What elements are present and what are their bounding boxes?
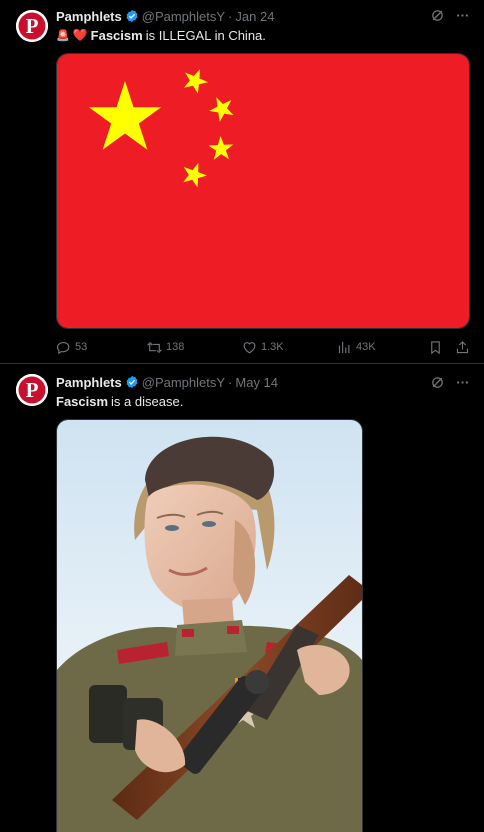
views-button[interactable]: 43K [337,340,428,355]
repost-button[interactable]: 138 [147,340,242,355]
tweet-text: 🚨 ❤️ Fascism is ILLEGAL in China. [56,26,266,44]
siren-emoji: 🚨 [56,29,70,42]
heart-icon [243,341,256,353]
tweet-text-bold: Fascism [56,393,109,409]
tweet-text-rest: is ILLEGAL in China. [145,27,266,43]
bookmark-icon[interactable] [428,340,443,355]
like-button[interactable]: 1.3K [242,340,337,355]
like-count: 1.3K [261,341,284,353]
verified-badge-icon [126,375,138,389]
avatar-letter: P [26,14,39,38]
reply-button[interactable]: 53 [56,340,147,355]
repost-count: 138 [166,341,185,353]
reply-count: 53 [75,341,88,353]
sniper-portrait-image [57,420,362,832]
author-handle[interactable]: @PamphletsY [142,375,225,390]
tweet[interactable]: P Pamphlets @PamphletsY · Jan 24 🚨 ❤️ Fa… [0,0,484,364]
tweet-actions: 53 138 1.3K 43K [56,338,470,356]
tweet-text-rest: is a disease. [111,393,184,409]
author-handle[interactable]: @PamphletsY [142,9,225,24]
tweet[interactable]: P Pamphlets @PamphletsY · May 14 Fascism… [0,364,484,832]
share-icon[interactable] [455,340,470,355]
pamphlets-logo-icon: P [16,10,48,42]
views-icon [338,341,350,353]
tweet-date[interactable]: May 14 [235,375,278,390]
repost-icon [147,341,162,353]
separator-dot: · [228,8,233,24]
tweet-media-image[interactable] [56,419,363,832]
china-flag-image [57,54,469,328]
reply-icon [56,341,70,354]
separator-dot: · [228,374,233,390]
heart-emoji: ❤️ [72,28,88,42]
share-actions [428,340,470,355]
author-name[interactable]: Pamphlets [56,375,122,390]
tweet-media-image[interactable] [56,53,470,329]
tweet-header: Pamphlets @PamphletsY · May 14 [56,373,278,391]
pamphlets-logo-icon: P [16,374,48,406]
tweet-header: Pamphlets @PamphletsY · Jan 24 [56,7,274,25]
more-options-icon[interactable] [455,8,470,23]
avatar[interactable]: P [16,374,48,406]
avatar-letter: P [26,378,39,402]
tweet-top-icons [430,375,470,390]
tweet-top-icons [430,8,470,23]
tweet-text: Fascism is a disease. [56,392,183,410]
more-options-icon[interactable] [455,375,470,390]
verified-badge-icon [126,9,138,23]
grok-icon[interactable] [430,375,445,390]
tweet-date[interactable]: Jan 24 [235,9,274,24]
tweet-text-bold: Fascism [90,27,143,43]
author-name[interactable]: Pamphlets [56,9,122,24]
grok-icon[interactable] [430,8,445,23]
views-count: 43K [355,341,376,353]
avatar[interactable]: P [16,10,48,42]
